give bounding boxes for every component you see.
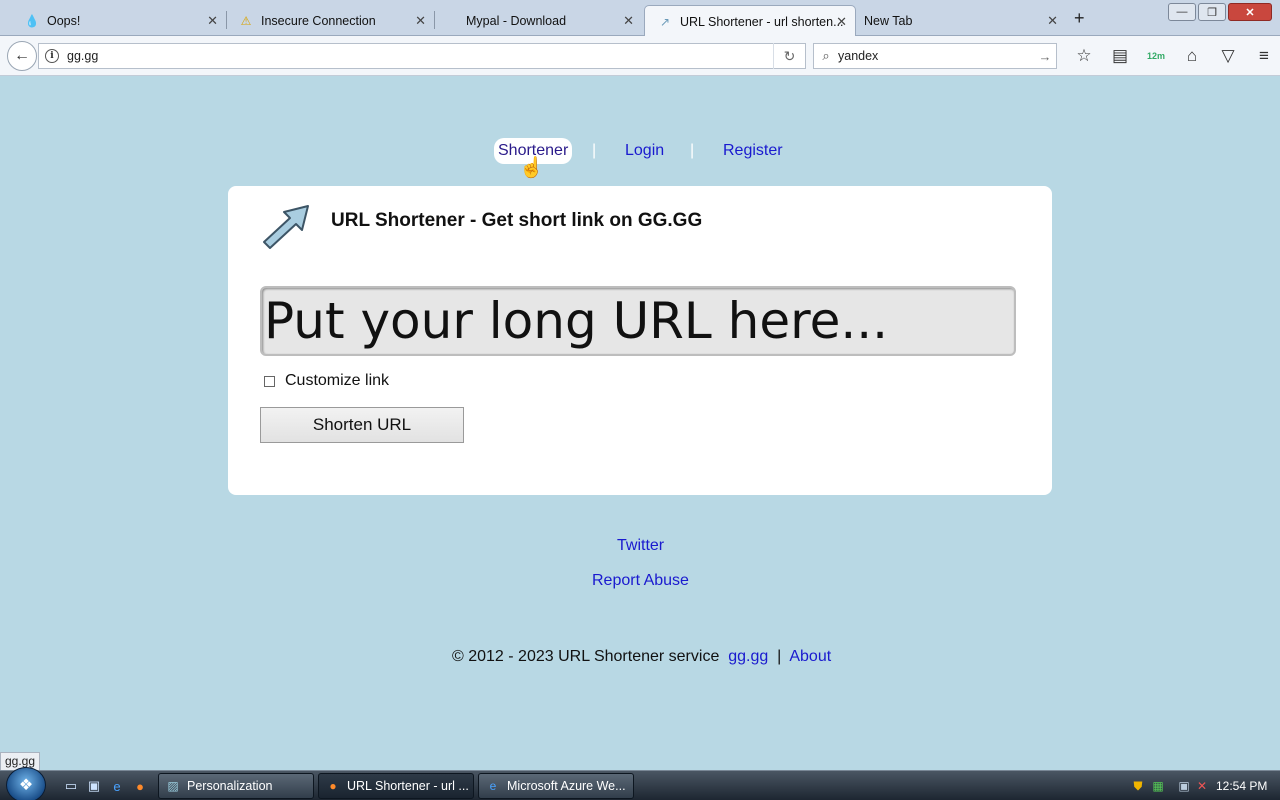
close-icon[interactable]: ✕ [415,13,426,29]
close-icon[interactable]: ✕ [1047,13,1058,29]
menu-icon[interactable]: ≡ [1246,44,1280,68]
tab-new-tab[interactable]: New Tab ✕ [856,5,1066,36]
extension-badge-icon[interactable]: 12m [1138,44,1174,68]
taskbar-label: Personalization [187,779,273,793]
footer-site-link[interactable]: gg.gg [728,648,768,665]
taskbar-personalization[interactable]: ▨ Personalization [158,773,314,799]
back-arrow-icon: ← [14,47,30,64]
search-icon: ⌕ [822,48,830,63]
windows-logo-icon: ❖ [18,777,34,794]
firefox-icon: ● [329,779,337,793]
minimize-button[interactable]: — [1168,3,1196,21]
personalization-icon: ▨ [167,779,179,793]
close-icon[interactable]: ✕ [623,13,634,29]
start-button[interactable]: ❖ [6,767,46,800]
extension-badge-label: 12m [1146,51,1165,61]
volume-muted-icon[interactable]: ✕ [1194,778,1210,794]
clock[interactable]: 12:54 PM [1216,779,1267,793]
warning-icon: ⚠ [240,13,252,28]
taskbar-microsoft-azure[interactable]: e Microsoft Azure We... [478,773,634,799]
customize-checkbox[interactable] [264,375,275,387]
site-nav: Shortener | Login | Register [0,138,1280,164]
search-bar[interactable]: ⌕ yandex → [813,43,1057,69]
firefox-icon[interactable]: ● [131,777,149,795]
internet-explorer-icon[interactable]: e [108,777,126,795]
footer-separator: | [777,648,782,665]
globe-icon: 💧 [24,13,40,28]
toolbar-icons: ☆ ▤ 12m ⌂ ▽ ≡ [1066,44,1280,68]
url-text[interactable]: gg.gg [67,49,773,63]
nav-register-link[interactable]: Register [723,138,783,164]
tab-title: URL Shortener - url shorten... [680,14,844,29]
tab-oops[interactable]: 💧 Oops! ✕ [12,5,226,36]
close-icon[interactable]: ✕ [207,13,218,29]
nav-login-link[interactable]: Login [625,138,664,164]
tab-title: New Tab [864,13,913,28]
restore-button[interactable]: ❐ [1198,3,1226,21]
search-go-icon[interactable]: → [1034,49,1056,64]
tab-title: Mypal - Download [466,13,567,28]
tab-title: Oops! [47,13,81,28]
bookmark-star-icon[interactable]: ☆ [1066,44,1102,68]
nav-toolbar: ← i gg.gg ↻ ⌕ yandex → ☆ ▤ 12m ⌂ ▽ ≡ [0,36,1280,76]
tab-title: Insecure Connection [261,13,376,28]
explorer-icon[interactable]: ▣ [85,777,103,795]
arrow-icon: ↗ [659,14,671,29]
bookmarks-list-icon[interactable]: ▤ [1102,44,1138,68]
show-desktop-icon[interactable]: ▭ [62,777,80,795]
back-button[interactable]: ← [7,41,37,71]
info-icon[interactable]: i [45,49,59,63]
window-controls: — ❐ ✕ [1168,3,1272,21]
taskbar-label: URL Shortener - url ... [347,779,469,793]
internet-explorer-icon: e [489,779,497,793]
shorten-url-button[interactable]: Shorten URL [260,407,464,443]
taskbar-label: Microsoft Azure We... [507,779,626,793]
long-url-input[interactable]: Put your long URL here... [260,286,1016,356]
footer: © 2012 - 2023 URL Shortener service gg.g… [452,648,831,666]
pocket-icon[interactable]: ▽ [1210,44,1246,68]
tab-mypal-download[interactable]: Mypal - Download ✕ [434,5,642,36]
tab-url-shortener[interactable]: ↗ URL Shortener - url shorten... ✕ [644,5,856,37]
reload-icon[interactable]: ↻ [773,43,805,69]
taskbar: ❖ ▭ ▣ e ● ▨ Personalization ● URL Shorte… [0,767,1280,800]
nav-separator: | [690,142,695,159]
close-icon[interactable]: ✕ [836,14,847,30]
tab-insecure-connection[interactable]: ⚠ Insecure Connection ✕ [226,5,434,36]
search-input[interactable]: yandex [838,49,1034,63]
logo-arrow-icon [263,205,309,249]
footer-about-link[interactable]: About [789,648,831,665]
address-bar[interactable]: i gg.gg ↻ [38,43,806,69]
security-tray-icon[interactable]: ⛊ [1130,778,1146,794]
monitor-tray-icon[interactable]: ▣ [1176,778,1192,794]
page-title: URL Shortener - Get short link on GG.GG [331,210,703,231]
taskbar-url-shortener[interactable]: ● URL Shortener - url ... [318,773,474,799]
tab-bar: 💧 Oops! ✕ ⚠ Insecure Connection ✕ Mypal … [0,0,1280,37]
shortener-card: URL Shortener - Get short link on GG.GG … [228,186,1052,495]
home-icon[interactable]: ⌂ [1174,44,1210,68]
report-abuse-link[interactable]: Report Abuse [592,572,689,590]
network-tray-icon[interactable]: ▦ [1150,778,1166,794]
twitter-link[interactable]: Twitter [617,537,664,555]
close-window-button[interactable]: ✕ [1228,3,1272,21]
hand-cursor-icon: ☝ [519,157,544,179]
customize-link-option[interactable]: Customize link [264,372,389,390]
customize-label: Customize link [285,372,390,389]
new-tab-button[interactable]: + [1074,8,1085,28]
copyright-text: © 2012 - 2023 URL Shortener service [452,648,720,665]
nav-separator: | [592,142,597,159]
